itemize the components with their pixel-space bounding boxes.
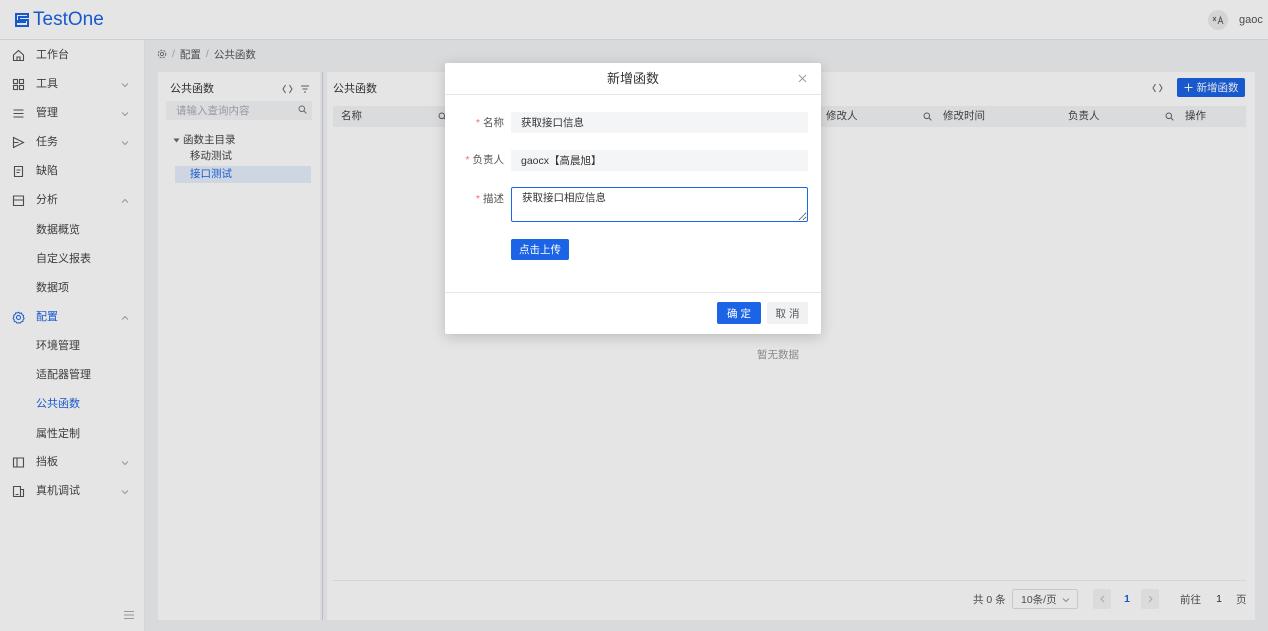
- description-field[interactable]: 获取接口相应信息: [511, 187, 808, 222]
- name-field[interactable]: [511, 112, 808, 133]
- name-field-label: 名称: [445, 116, 504, 130]
- owner-field-label: 负责人: [445, 153, 505, 167]
- close-icon[interactable]: [798, 74, 807, 83]
- owner-field[interactable]: [511, 150, 808, 171]
- confirm-button[interactable]: 确 定: [717, 302, 761, 324]
- upload-button[interactable]: 点击上传: [511, 239, 569, 260]
- dialog-title: 新增函数: [445, 63, 821, 95]
- description-field-label: 描述: [445, 192, 504, 206]
- cancel-button[interactable]: 取 消: [767, 302, 808, 324]
- add-function-dialog: 新增函数 名称 负责人 描述 获取接口相应信息 点击上传 确 定 取 消: [445, 63, 821, 334]
- dialog-footer-divider: [445, 292, 821, 293]
